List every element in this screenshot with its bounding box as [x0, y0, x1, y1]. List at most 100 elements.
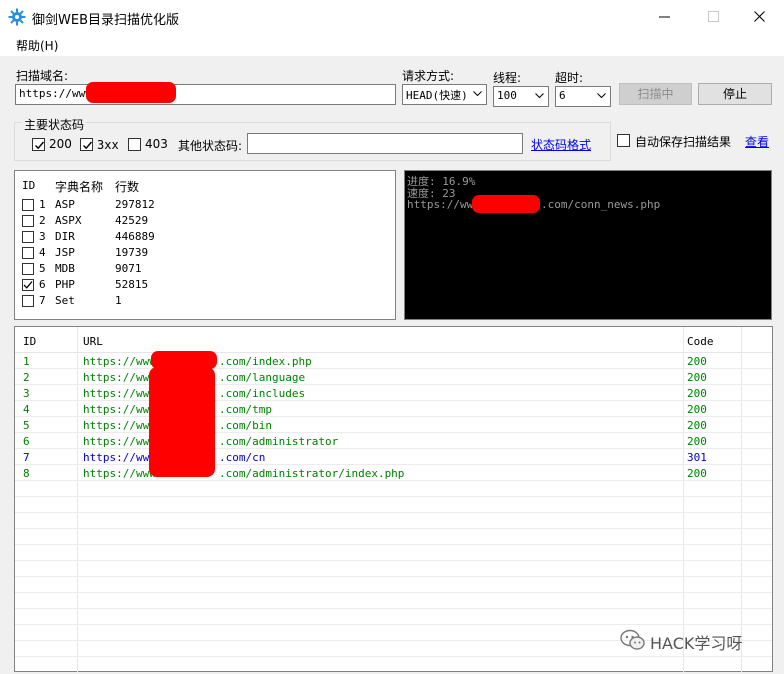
dict-row-name: JSP — [55, 246, 75, 259]
row-divider — [15, 368, 772, 369]
console-url-suffix: .com/conn_news.php — [541, 198, 661, 211]
timeout-select-value: 6 — [559, 89, 566, 102]
close-icon — [754, 11, 765, 22]
threads-select-value: 100 — [497, 89, 517, 102]
row-divider — [15, 480, 772, 481]
maximize-button[interactable] — [692, 0, 738, 34]
result-url-prefix: https://www — [83, 419, 156, 432]
minimize-icon — [659, 16, 670, 18]
result-id: 1 — [23, 355, 30, 368]
column-divider — [683, 327, 684, 673]
result-code: 200 — [687, 419, 707, 432]
dict-row-checkbox[interactable] — [22, 295, 34, 307]
dict-row[interactable]: 4 JSP 19739 — [15, 245, 395, 261]
dict-row[interactable]: 6 PHP 52815 — [15, 277, 395, 293]
dict-row-lines: 1 — [115, 294, 122, 307]
check-icon — [23, 281, 33, 289]
chevron-down-icon — [535, 93, 544, 99]
result-code: 200 — [687, 467, 707, 480]
checkbox-403[interactable] — [128, 138, 141, 151]
method-select[interactable]: HEAD(快速) — [402, 84, 487, 105]
menu-help[interactable]: 帮助(H) — [16, 37, 58, 54]
result-url-suffix: .com/administrator/index.php — [219, 467, 405, 480]
method-select-value: HEAD(快速) — [406, 89, 468, 102]
dict-row-checkbox[interactable] — [22, 231, 34, 243]
result-id: 4 — [23, 403, 30, 416]
timeout-select[interactable]: 6 — [555, 86, 611, 107]
domain-input[interactable]: https://www. — [15, 84, 396, 105]
result-url-suffix: .com/includes — [219, 387, 306, 400]
results-header — [15, 327, 772, 353]
chevron-down-icon — [473, 91, 482, 97]
dict-row[interactable]: 2 ASPX 42529 — [15, 213, 395, 229]
results-header-url: URL — [83, 335, 103, 348]
result-url-prefix: https://www — [83, 355, 156, 368]
column-divider — [77, 327, 78, 673]
dict-row-checkbox[interactable] — [22, 247, 34, 259]
dict-row-checkbox[interactable] — [22, 215, 34, 227]
dict-row-checkbox[interactable] — [22, 263, 34, 275]
row-divider — [15, 560, 772, 561]
row-divider — [15, 384, 772, 385]
result-code: 200 — [687, 387, 707, 400]
result-code: 301 — [687, 451, 707, 464]
result-code: 200 — [687, 371, 707, 384]
results-header-code: Code — [687, 335, 714, 348]
results-header-id: ID — [23, 335, 37, 348]
dict-row[interactable]: 7 Set 1 — [15, 293, 395, 309]
view-results-link[interactable]: 查看 — [745, 133, 769, 150]
scan-button[interactable]: 扫描中 — [619, 83, 692, 105]
dict-row-checkbox[interactable] — [22, 199, 34, 211]
dict-row-id: 4 — [39, 246, 46, 259]
row-divider — [15, 544, 772, 545]
threads-select[interactable]: 100 — [493, 86, 549, 107]
dict-row[interactable]: 3 DIR 446889 — [15, 229, 395, 245]
row-divider — [15, 576, 772, 577]
threads-label: 线程: — [493, 71, 522, 85]
close-button[interactable] — [738, 0, 784, 34]
stop-button[interactable]: 停止 — [698, 83, 772, 105]
checkbox-403-label: 403 — [145, 137, 168, 151]
minimize-button[interactable] — [643, 0, 689, 34]
row-divider — [15, 496, 772, 497]
dict-row[interactable]: 1 ASP 297812 — [15, 197, 395, 213]
result-id: 6 — [23, 435, 30, 448]
dict-row[interactable]: 5 MDB 9071 — [15, 261, 395, 277]
chevron-down-icon — [597, 93, 606, 99]
other-codes-label: 其他状态码: — [178, 139, 243, 153]
method-label: 请求方式: — [402, 69, 455, 83]
dict-row-id: 5 — [39, 262, 46, 275]
dict-row-lines: 297812 — [115, 198, 155, 211]
other-codes-input[interactable] — [247, 133, 523, 154]
domain-label: 扫描域名: — [16, 69, 69, 83]
status-format-link[interactable]: 状态码格式 — [531, 136, 591, 153]
dictionary-list[interactable]: ID 字典名称 行数 1 ASP 297812 2 ASPX 42529 3 D… — [14, 170, 396, 320]
auto-save-checkbox[interactable] — [617, 134, 630, 147]
dict-row-name: Set — [55, 294, 75, 307]
result-url-prefix: https://www — [83, 403, 156, 416]
row-divider — [15, 592, 772, 593]
checkbox-3xx[interactable] — [80, 138, 93, 151]
result-code: 200 — [687, 435, 707, 448]
dict-row-name: ASPX — [55, 214, 82, 227]
dict-row-checkbox[interactable] — [22, 279, 34, 291]
check-icon — [83, 141, 93, 150]
result-url-prefix: https://www — [83, 387, 156, 400]
dict-row-name: ASP — [55, 198, 75, 211]
checkbox-200[interactable] — [32, 138, 45, 151]
row-divider — [15, 400, 772, 401]
result-url-suffix: .com/bin — [219, 419, 272, 432]
result-url-suffix: .com/administrator — [219, 435, 339, 448]
result-url-prefix: https://www — [83, 371, 156, 384]
column-divider — [741, 327, 742, 673]
dict-row-lines: 446889 — [115, 230, 155, 243]
dict-header-id: ID — [22, 179, 36, 192]
redaction-mark — [86, 82, 176, 103]
results-table[interactable]: ID URL Code 1 https://www .com/index.php… — [14, 326, 773, 673]
dict-header-lines: 行数 — [115, 180, 140, 194]
watermark-text: HACK学习呀 — [650, 634, 743, 653]
row-divider — [15, 464, 772, 465]
row-divider — [15, 512, 772, 513]
result-code: 200 — [687, 403, 707, 416]
row-divider — [15, 416, 772, 417]
